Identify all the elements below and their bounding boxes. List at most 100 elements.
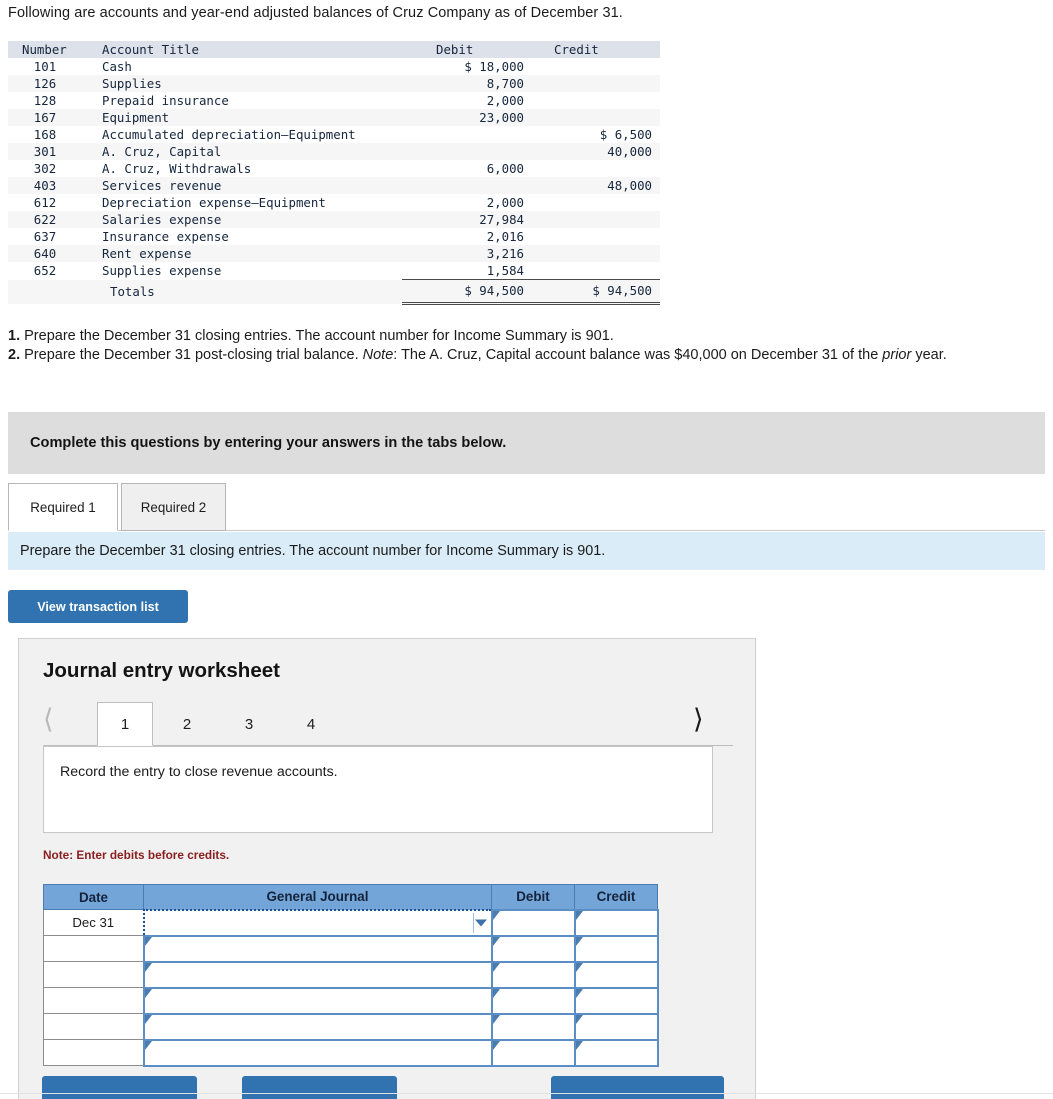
cell-credit xyxy=(532,262,660,280)
journal-account-select[interactable] xyxy=(142,986,493,1015)
col-header-debit: Debit xyxy=(436,42,474,57)
cell-marker-icon xyxy=(575,1014,583,1024)
cell-debit: 6,000 xyxy=(486,161,524,176)
cell-number: 168 xyxy=(33,127,57,142)
footer-divider xyxy=(0,1093,1053,1094)
requirement-1-text: Prepare the December 31 closing entries.… xyxy=(24,328,614,344)
journal-date-cell[interactable] xyxy=(43,1039,144,1066)
col-header-credit: Credit xyxy=(554,42,599,57)
cell-credit xyxy=(532,245,660,262)
chevron-left-icon[interactable]: ⟨ xyxy=(43,705,54,735)
tab-required-1-label: Required 1 xyxy=(30,499,96,515)
cell-debit: 2,000 xyxy=(486,93,524,108)
worksheet-pager: ⟨ 1 2 3 4 ⟩ xyxy=(19,701,755,746)
table-row: 640 Rent expense 3,216 xyxy=(8,245,660,262)
cell-credit xyxy=(532,58,660,75)
cell-account-title: A. Cruz, Capital xyxy=(102,144,222,159)
worksheet-prompt-text: Record the entry to close revenue accoun… xyxy=(60,764,338,780)
journal-date-cell[interactable]: Dec 31 xyxy=(43,909,144,936)
bottom-button-1[interactable] xyxy=(42,1076,197,1099)
journal-debit-input[interactable] xyxy=(490,1038,576,1067)
cell-number: 302 xyxy=(33,161,57,176)
journal-credit-input[interactable] xyxy=(573,960,659,989)
cell-marker-icon xyxy=(575,936,583,946)
journal-credit-input[interactable] xyxy=(573,986,659,1015)
journal-debit-input[interactable] xyxy=(490,934,576,963)
journal-col-header-general: General Journal xyxy=(143,884,492,910)
journal-credit-input[interactable] xyxy=(573,934,659,963)
journal-credit-input[interactable] xyxy=(573,1038,659,1067)
debits-before-credits-note: Note: Enter debits before credits. xyxy=(43,848,230,862)
journal-row xyxy=(43,986,659,1015)
journal-date-cell[interactable] xyxy=(43,1013,144,1040)
table-row: 101 Cash $ 18,000 xyxy=(8,58,660,75)
requirement-1: 1. Prepare the December 31 closing entri… xyxy=(8,327,1043,346)
tab-required-1[interactable]: Required 1 xyxy=(8,483,118,531)
table-row: 168 Accumulated depreciation—Equipment $ 6… xyxy=(8,126,660,143)
cell-marker-icon xyxy=(492,910,500,920)
journal-debit-input[interactable] xyxy=(490,908,576,937)
view-transaction-list-button[interactable]: View transaction list xyxy=(8,590,188,623)
journal-date-cell[interactable] xyxy=(43,987,144,1014)
journal-account-select[interactable] xyxy=(142,1012,493,1041)
cell-number: 403 xyxy=(33,178,57,193)
cell-marker-icon xyxy=(144,1014,152,1024)
journal-credit-input[interactable] xyxy=(573,1012,659,1041)
instructions-banner-text: Complete this questions by entering your… xyxy=(30,435,507,451)
cell-marker-icon xyxy=(144,988,152,998)
cell-debit: 23,000 xyxy=(479,110,524,125)
cell-credit xyxy=(532,194,660,211)
instructions-banner: Complete this questions by entering your… xyxy=(8,412,1045,474)
journal-account-select[interactable] xyxy=(142,908,493,937)
cell-marker-icon xyxy=(492,962,500,972)
journal-debit-input[interactable] xyxy=(490,986,576,1015)
worksheet-page-4[interactable]: 4 xyxy=(283,702,339,746)
cell-debit: 3,216 xyxy=(486,246,524,261)
requirement-2: 2. Prepare the December 31 post-closing … xyxy=(8,346,1043,365)
table-row: 403 Services revenue 48,000 xyxy=(8,177,660,194)
cell-credit: $ 94,500 xyxy=(532,279,660,305)
tab-required-2-label: Required 2 xyxy=(140,499,207,515)
cell-credit xyxy=(532,92,660,109)
journal-row xyxy=(43,934,659,963)
cell-credit xyxy=(532,228,660,245)
journal-date-cell[interactable] xyxy=(43,961,144,988)
cell-number: 126 xyxy=(33,76,57,91)
journal-account-select[interactable] xyxy=(142,1038,493,1067)
requirement-2-tail: year. xyxy=(911,347,947,363)
worksheet-page-3[interactable]: 3 xyxy=(221,702,277,746)
cell-debit xyxy=(402,143,532,160)
cell-marker-icon xyxy=(575,1040,583,1050)
worksheet-page-1-label: 1 xyxy=(120,715,130,733)
chevron-down-icon[interactable] xyxy=(474,919,487,926)
worksheet-page-1[interactable]: 1 xyxy=(97,702,153,746)
table-row: 622 Salaries expense 27,984 xyxy=(8,211,660,228)
bottom-button-3[interactable] xyxy=(551,1076,724,1099)
journal-col-header-credit: Credit xyxy=(574,884,658,910)
bottom-button-2[interactable] xyxy=(242,1076,397,1099)
journal-account-select[interactable] xyxy=(142,960,493,989)
tab-required-2[interactable]: Required 2 xyxy=(121,483,226,531)
journal-row: Dec 31 xyxy=(43,908,659,937)
journal-debit-input[interactable] xyxy=(490,960,576,989)
journal-credit-input[interactable] xyxy=(573,908,659,937)
worksheet-page-2[interactable]: 2 xyxy=(159,702,215,746)
requirement-2-note-label: Note xyxy=(362,347,394,363)
journal-debit-input[interactable] xyxy=(490,1012,576,1041)
cell-credit: 40,000 xyxy=(607,144,652,159)
table-row: 301 A. Cruz, Capital 40,000 xyxy=(8,143,660,160)
cell-marker-icon xyxy=(492,936,500,946)
cell-marker-icon xyxy=(144,936,152,946)
journal-date-cell[interactable] xyxy=(43,935,144,962)
table-header: Number Account Title Debit Credit xyxy=(8,41,660,58)
journal-account-select[interactable] xyxy=(142,934,493,963)
chevron-right-icon[interactable]: ⟩ xyxy=(693,705,704,735)
cell-account-title: Totals xyxy=(110,283,155,299)
cell-account-title: Insurance expense xyxy=(102,229,229,244)
required-tabs: Required 1 Required 2 xyxy=(8,483,1045,531)
table-row: 167 Equipment 23,000 xyxy=(8,109,660,126)
cell-account-title: Depreciation expense—Equipment xyxy=(102,195,326,210)
intro-text: Following are accounts and year-end adju… xyxy=(8,5,623,21)
requirement-1-number: 1. xyxy=(8,328,21,344)
cell-credit xyxy=(532,109,660,126)
